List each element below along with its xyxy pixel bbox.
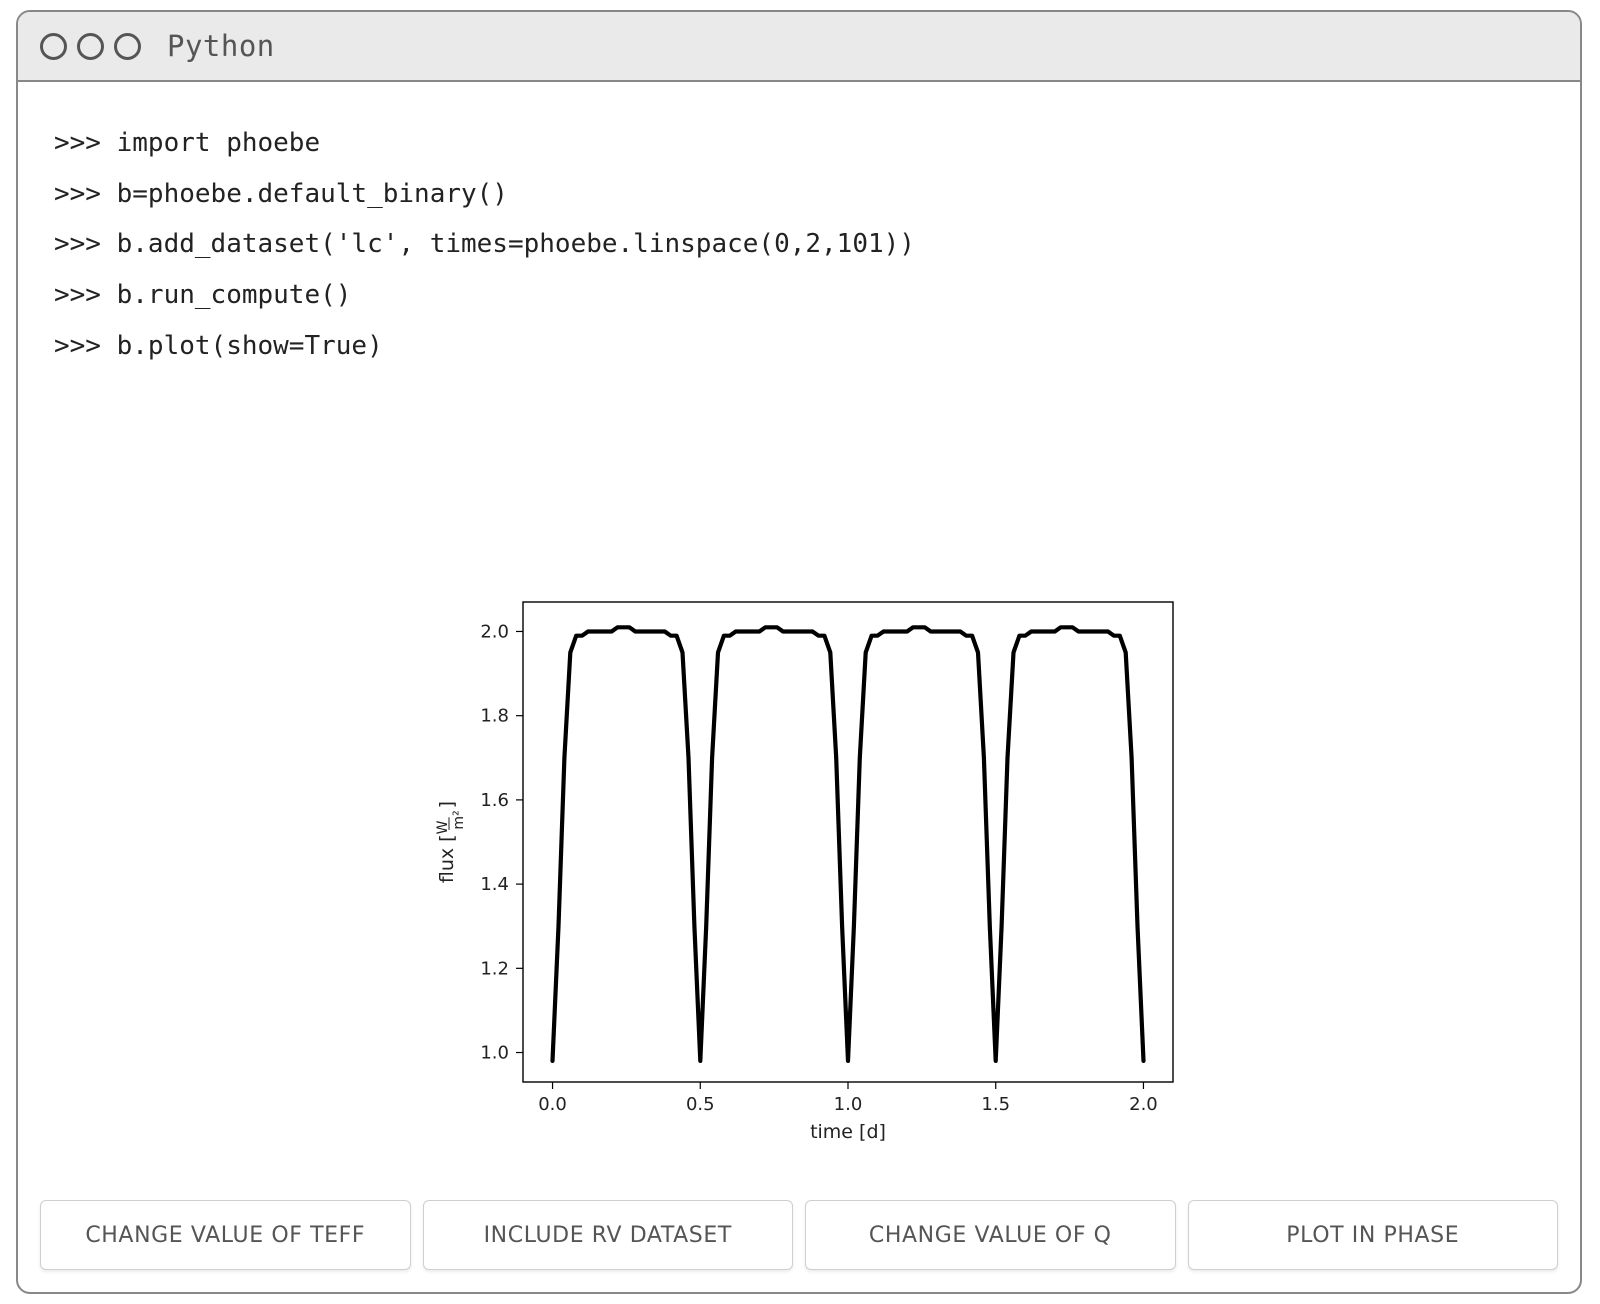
window-controls — [40, 33, 141, 60]
titlebar: Python — [18, 12, 1580, 82]
action-buttons: CHANGE VALUE OF TEFF INCLUDE RV DATASET … — [40, 1200, 1558, 1270]
lightcurve-chart: 0.0 0.5 1.0 1.5 2.0 1.0 1.2 1.4 1.6 1.8 2.0 time [d… — [413, 582, 1205, 1162]
console-line: >>> b.run_compute() — [54, 280, 351, 310]
console-line: >>> b.add_dataset('lc', times=phoebe.lin… — [54, 229, 915, 259]
close-icon[interactable] — [40, 33, 67, 60]
python-console[interactable]: >>> import phoebe >>> b=phoebe.default_b… — [18, 82, 1580, 371]
console-line: >>> b.plot(show=True) — [54, 331, 383, 361]
svg-text:2.0: 2.0 — [480, 621, 509, 642]
include-rv-button[interactable]: INCLUDE RV DATASET — [423, 1200, 794, 1270]
svg-text:1.5: 1.5 — [981, 1094, 1010, 1115]
svg-text:1.8: 1.8 — [480, 706, 509, 727]
change-q-button[interactable]: CHANGE VALUE OF Q — [805, 1200, 1176, 1270]
svg-text:1.6: 1.6 — [480, 790, 509, 811]
svg-text:1.0: 1.0 — [834, 1094, 863, 1115]
window-title: Python — [167, 29, 275, 63]
python-window: Python >>> import phoebe >>> b=phoebe.de… — [16, 10, 1582, 1294]
svg-text:1.4: 1.4 — [480, 874, 509, 895]
svg-text:flux [W—m²]: flux [W—m²] — [435, 801, 467, 883]
console-line: >>> import phoebe — [54, 128, 320, 158]
minimize-icon[interactable] — [77, 33, 104, 60]
svg-text:1.0: 1.0 — [480, 1043, 509, 1064]
svg-text:1.2: 1.2 — [480, 958, 509, 979]
svg-text:time [d]: time [d] — [810, 1121, 886, 1143]
svg-text:2.0: 2.0 — [1129, 1094, 1158, 1115]
maximize-icon[interactable] — [114, 33, 141, 60]
plot-phase-button[interactable]: PLOT IN PHASE — [1188, 1200, 1559, 1270]
svg-text:0.0: 0.0 — [538, 1094, 567, 1115]
svg-text:0.5: 0.5 — [686, 1094, 715, 1115]
console-line: >>> b=phoebe.default_binary() — [54, 179, 508, 209]
change-teff-button[interactable]: CHANGE VALUE OF TEFF — [40, 1200, 411, 1270]
